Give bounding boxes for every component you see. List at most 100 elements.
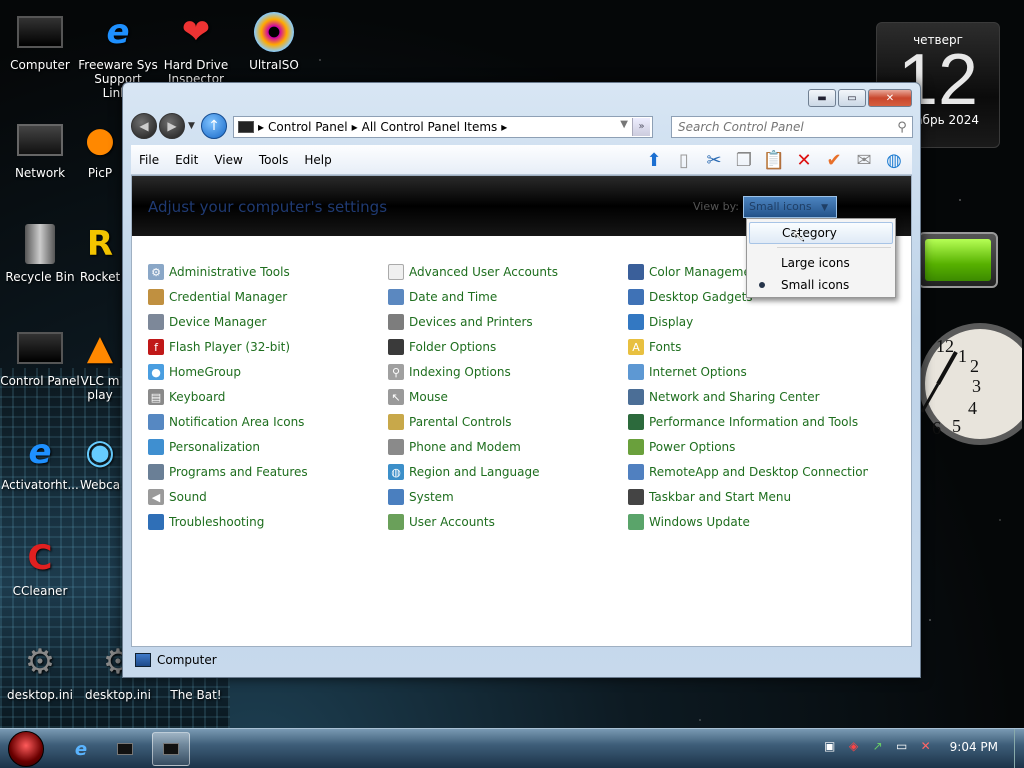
refresh-icon[interactable]: »	[632, 118, 650, 136]
cp-item-credential-manager[interactable]: Credential Manager	[148, 287, 388, 307]
cut-icon[interactable]: ✂	[702, 148, 726, 172]
paste-icon[interactable]: 📋	[762, 148, 786, 172]
display-icon	[628, 314, 644, 330]
address-history-dropdown-icon[interactable]: ▼	[620, 119, 628, 130]
cp-item-region-and-language[interactable]: ◍ Region and Language	[388, 462, 628, 482]
up-icon[interactable]: ⬆	[642, 148, 666, 172]
breadcrumb-separator-icon[interactable]: ▸	[501, 120, 507, 134]
control-panel-window[interactable]: ▬ ▭ ✕ ◀ ▶ ▼ ↑ ▸ Control Panel ▸ All Cont…	[122, 82, 921, 678]
cp-item-mouse[interactable]: ↖ Mouse	[388, 387, 628, 407]
up-button[interactable]: ↑	[201, 113, 227, 139]
desktop-icon-picp[interactable]: ● PicP	[70, 118, 130, 180]
cp-item-programs-and-features[interactable]: Programs and Features	[148, 462, 388, 482]
desktop-icon-rocket[interactable]: R Rocket	[70, 222, 130, 284]
cp-item-homegroup[interactable]: ● HomeGroup	[148, 362, 388, 382]
taskbar-internet-explorer-icon[interactable]: e	[62, 732, 100, 766]
cp-item-display[interactable]: Display	[628, 312, 868, 332]
cp-item-indexing-options[interactable]: ⚲ Indexing Options	[388, 362, 628, 382]
cp-item-sound[interactable]: ◀ Sound	[148, 487, 388, 507]
cp-item-notification-area-icons[interactable]: Notification Area Icons	[148, 412, 388, 432]
desktop-icon-activator[interactable]: e Activatorht...	[0, 430, 80, 492]
show-desktop-button[interactable]	[1014, 729, 1024, 768]
cp-item-date-and-time[interactable]: Date and Time	[388, 287, 628, 307]
remoteapp-icon	[628, 464, 644, 480]
cp-item-fonts[interactable]: A Fonts	[628, 337, 868, 357]
menu-edit[interactable]: Edit	[167, 153, 206, 167]
desktop-icon-ultraiso[interactable]: UltraISO	[234, 10, 314, 72]
menu-help[interactable]: Help	[296, 153, 339, 167]
desktop-icon-hard-drive-inspector[interactable]: ❤ Hard Drive Inspector	[156, 10, 236, 86]
cp-item-internet-options[interactable]: Internet Options	[628, 362, 868, 382]
desktop-icon-webcam[interactable]: ◉ Webca	[70, 430, 130, 492]
breadcrumb-all-items[interactable]: All Control Panel Items	[362, 120, 498, 134]
desktop-icon-control-panel[interactable]: Control Panel	[0, 326, 80, 388]
view-by-select[interactable]: Small icons ▼	[743, 196, 837, 218]
maximize-button[interactable]: ▭	[838, 89, 866, 107]
tray-security-icon[interactable]: ◈	[846, 739, 862, 755]
view-option-large-icons[interactable]: Large icons	[749, 252, 893, 274]
menu-tools[interactable]: Tools	[251, 153, 297, 167]
cp-item-device-manager[interactable]: Device Manager	[148, 312, 388, 332]
cp-item-system[interactable]: System	[388, 487, 628, 507]
breadcrumb-control-panel[interactable]: Control Panel	[268, 120, 348, 134]
desktop-icon-computer[interactable]: Computer	[0, 10, 80, 72]
cp-item-flash-player[interactable]: f Flash Player (32-bit)	[148, 337, 388, 357]
cp-item-performance-information[interactable]: Performance Information and Tools	[628, 412, 868, 432]
taskbar-computer-icon[interactable]	[106, 732, 144, 766]
mail-icon[interactable]: ✉	[852, 148, 876, 172]
search-icon[interactable]: ⚲	[892, 120, 912, 135]
battery-gadget[interactable]	[918, 232, 998, 288]
cp-item-devices-and-printers[interactable]: Devices and Printers	[388, 312, 628, 332]
search-box[interactable]: ⚲	[671, 116, 913, 138]
cp-item-administrative-tools[interactable]: ⚙ Administrative Tools	[148, 262, 388, 282]
desktop-icon-vlc[interactable]: ▲ VLC m play	[70, 326, 130, 402]
search-input[interactable]	[672, 120, 892, 134]
tray-update-icon[interactable]: ↗	[870, 739, 886, 755]
close-button[interactable]: ✕	[868, 89, 912, 107]
cp-item-phone-and-modem[interactable]: Phone and Modem	[388, 437, 628, 457]
check-icon[interactable]: ✔	[822, 148, 846, 172]
globe-icon[interactable]: ◍	[882, 148, 906, 172]
forward-button[interactable]: ▶	[159, 113, 185, 139]
start-button[interactable]	[8, 731, 44, 767]
menu-file[interactable]: File	[131, 153, 167, 167]
view-option-category[interactable]: Category	[749, 222, 893, 244]
breadcrumb-separator-icon[interactable]: ▸	[258, 120, 264, 134]
cp-item-keyboard[interactable]: ▤ Keyboard	[148, 387, 388, 407]
cp-item-advanced-user-accounts[interactable]: Advanced User Accounts	[388, 262, 628, 282]
cp-item-power-options[interactable]: Power Options	[628, 437, 868, 457]
network-sharing-icon	[628, 389, 644, 405]
desktop-icon-desktop-ini-1[interactable]: ⚙ desktop.ini	[0, 640, 80, 702]
tray-network-icon[interactable]: ▣	[822, 739, 838, 755]
cp-item-user-accounts[interactable]: User Accounts	[388, 512, 628, 532]
copy-icon[interactable]: ❐	[732, 148, 756, 172]
desktop-icon-ccleaner[interactable]: C CCleaner	[0, 536, 80, 598]
breadcrumb-separator-icon[interactable]: ▸	[352, 120, 358, 134]
cp-item-taskbar-and-start-menu[interactable]: Taskbar and Start Menu	[628, 487, 868, 507]
cp-item-windows-update[interactable]: Windows Update	[628, 512, 868, 532]
minimize-button[interactable]: ▬	[808, 89, 836, 107]
panel-icon[interactable]: ▯	[672, 148, 696, 172]
cp-item-personalization[interactable]: Personalization	[148, 437, 388, 457]
cp-item-remoteapp[interactable]: RemoteApp and Desktop Connections	[628, 462, 868, 482]
cp-item-parental-controls[interactable]: Parental Controls	[388, 412, 628, 432]
desktop-icon-network[interactable]: Network	[0, 118, 80, 180]
tray-display-icon[interactable]: ▭	[894, 739, 910, 755]
clock-gadget[interactable]: 12 1 2 3 4 5 6	[918, 322, 1024, 448]
address-bar[interactable]: ▸ Control Panel ▸ All Control Panel Item…	[233, 116, 653, 138]
recent-pages-dropdown-icon[interactable]: ▼	[188, 121, 195, 131]
desktop-icon-recycle-bin[interactable]: Recycle Bin	[0, 222, 80, 284]
cp-item-folder-options[interactable]: Folder Options	[388, 337, 628, 357]
menu-view[interactable]: View	[206, 153, 250, 167]
view-option-small-icons[interactable]: Small icons	[749, 274, 893, 296]
cp-item-label: Programs and Features	[169, 465, 308, 479]
cp-item-label: Keyboard	[169, 390, 226, 404]
taskbar-control-panel-icon[interactable]	[152, 732, 190, 766]
delete-icon[interactable]: ✕	[792, 148, 816, 172]
back-button[interactable]: ◀	[131, 113, 157, 139]
tray-volume-icon[interactable]: ✕	[918, 739, 934, 755]
cp-item-troubleshooting[interactable]: Troubleshooting	[148, 512, 388, 532]
taskbar-clock[interactable]: 9:04 PM	[950, 740, 998, 754]
cp-item-network-and-sharing-center[interactable]: Network and Sharing Center	[628, 387, 868, 407]
cp-item-label: Folder Options	[409, 340, 497, 354]
